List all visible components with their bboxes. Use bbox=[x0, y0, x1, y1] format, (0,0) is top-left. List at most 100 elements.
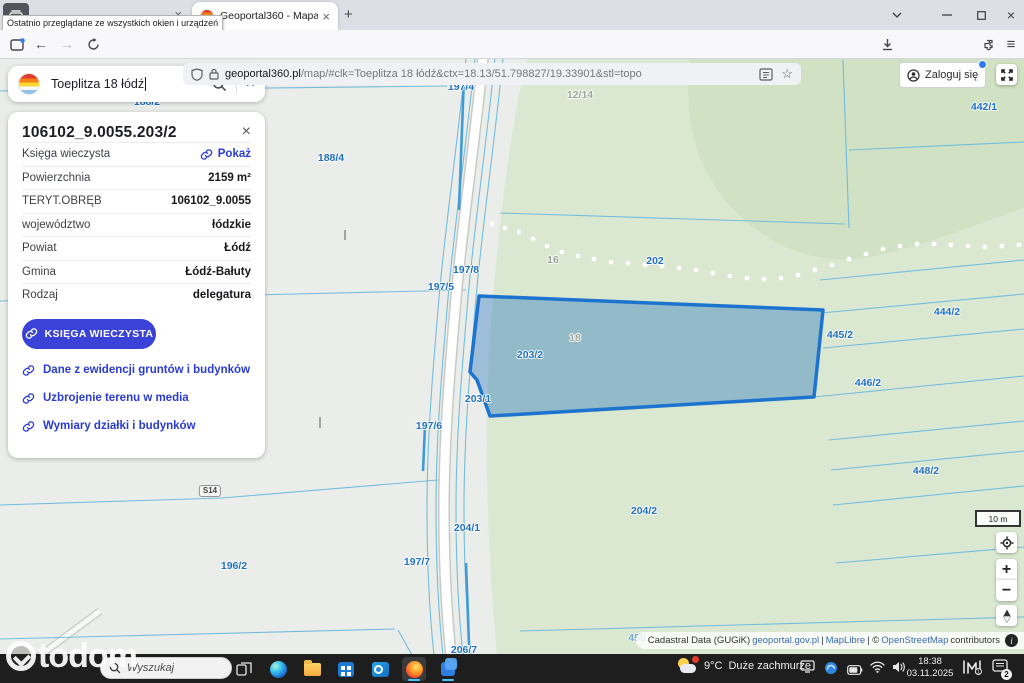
row-label: województwo bbox=[22, 218, 91, 231]
minimize-icon bbox=[942, 14, 952, 16]
weather-temp: 9°C bbox=[704, 660, 723, 672]
search-input[interactable]: Toeplitza 18 łódź bbox=[51, 77, 147, 91]
tab-list-chevron[interactable] bbox=[882, 0, 912, 30]
edge-button[interactable] bbox=[266, 657, 290, 681]
row-value: Łódź bbox=[224, 242, 251, 255]
minimize-button[interactable] bbox=[932, 0, 962, 30]
extension-button[interactable] bbox=[978, 33, 1000, 55]
alert-badge bbox=[692, 656, 699, 663]
firefox-view-icon bbox=[9, 37, 25, 51]
tab-tooltip: Ostatnio przeglądane ze wszystkich okien… bbox=[2, 15, 224, 31]
new-tab-button[interactable]: + bbox=[344, 6, 353, 23]
road-shield-s14: S14 bbox=[198, 485, 222, 497]
restore-button[interactable] bbox=[966, 0, 996, 30]
row-label: TERYT.OBRĘB bbox=[22, 195, 102, 208]
attribution-link[interactable]: MapLibre bbox=[826, 635, 866, 646]
address-bar[interactable]: geoportal360.pl/map/#clk=Toeplitza 18 łó… bbox=[183, 63, 801, 85]
locate-button[interactable] bbox=[996, 532, 1017, 553]
svg-text:1: 1 bbox=[977, 669, 980, 675]
outlook-button[interactable] bbox=[368, 657, 392, 681]
link-wymiary-dzialki[interactable]: Wymiary działki i budynków bbox=[22, 420, 251, 433]
parcel-label: 446/2 bbox=[854, 377, 882, 389]
lock-icon[interactable] bbox=[209, 68, 219, 80]
map-attribution: Cadastral Data (GUGiK) geoportal.gov.pl … bbox=[635, 632, 1024, 649]
app-button[interactable] bbox=[436, 657, 460, 681]
link-icon bbox=[200, 149, 213, 160]
attribution-link[interactable]: OpenStreetMap bbox=[881, 635, 948, 646]
parcel-label: 448/2 bbox=[912, 465, 940, 477]
forward-button[interactable]: → bbox=[56, 33, 78, 55]
parcel-label: 16 bbox=[547, 254, 559, 266]
ksiega-wieczysta-button[interactable]: KSIĘGA WIECZYSTA bbox=[22, 318, 156, 349]
row-value: Łódź-Bałuty bbox=[185, 265, 251, 278]
info-row: TERYT.OBRĘB 106102_9.0055 bbox=[22, 189, 251, 213]
otodom-logo-icon bbox=[6, 641, 36, 671]
compass-button[interactable] bbox=[996, 605, 1017, 626]
link-uzbrojenie-terenu[interactable]: Uzbrojenie terenu w media bbox=[22, 392, 251, 405]
firefox-view-button[interactable] bbox=[6, 33, 28, 55]
info-icon[interactable]: i bbox=[1005, 634, 1018, 647]
link-dane-ewidencji[interactable]: Dane z ewidencji gruntów i budynków bbox=[22, 364, 251, 377]
parcel-label-selected: 203/2 bbox=[516, 349, 544, 361]
downloads-button[interactable] bbox=[876, 33, 898, 55]
otodom-watermark: todom bbox=[6, 637, 138, 675]
parcel-label: 188/4 bbox=[317, 152, 345, 164]
tray-cloud-icon[interactable] bbox=[824, 661, 838, 680]
bookmark-star-icon[interactable]: ☆ bbox=[781, 66, 793, 82]
pen-input-icon[interactable]: 1 bbox=[962, 659, 982, 680]
row-value: 106102_9.0055 bbox=[171, 195, 251, 208]
parcel-label: 204/1 bbox=[453, 522, 481, 534]
info-row: Rodzaj delegatura bbox=[22, 283, 251, 307]
geoportal-logo bbox=[18, 73, 40, 95]
tray-volume-icon[interactable] bbox=[892, 660, 906, 678]
fullscreen-button[interactable] bbox=[996, 64, 1017, 85]
zoom-in-button[interactable]: + bbox=[996, 559, 1017, 580]
zoom-out-button[interactable]: − bbox=[996, 579, 1017, 601]
shield-icon[interactable] bbox=[191, 67, 203, 81]
chevron-down-icon bbox=[892, 12, 902, 18]
locate-icon bbox=[1000, 536, 1013, 549]
reader-mode-icon[interactable] bbox=[759, 67, 773, 81]
close-panel-button[interactable]: × bbox=[242, 124, 251, 140]
firefox-button-active[interactable] bbox=[402, 657, 426, 681]
clock-date: 03.11.2025 bbox=[906, 668, 954, 679]
link-icon bbox=[25, 328, 37, 339]
back-button[interactable]: ← bbox=[30, 33, 52, 55]
store-button[interactable] bbox=[334, 657, 358, 681]
tray-display-icon[interactable] bbox=[800, 660, 815, 678]
pokaz-link[interactable]: Pokaż bbox=[200, 148, 251, 161]
taskbar-clock[interactable]: 18:38 03.11.2025 bbox=[905, 656, 955, 680]
otodom-watermark-text: todom bbox=[38, 637, 138, 675]
extension-icon bbox=[984, 39, 993, 51]
download-icon bbox=[882, 38, 892, 50]
weather-widget[interactable]: 9°C Duże zachmurze... bbox=[676, 656, 812, 676]
tray-battery-icon[interactable] bbox=[847, 662, 863, 680]
blue-app-icon bbox=[441, 658, 457, 676]
close-tab-icon[interactable]: × bbox=[322, 9, 330, 24]
parcel-label: 204/2 bbox=[630, 505, 658, 517]
tray-wifi-icon[interactable] bbox=[870, 660, 885, 678]
login-button[interactable]: Zaloguj się bbox=[899, 60, 988, 88]
parcel-label: 445/2 bbox=[826, 329, 854, 341]
active-app-indicator bbox=[442, 679, 454, 681]
info-row: Księga wieczysta Pokaż bbox=[22, 142, 251, 166]
parcel-label: 197/6 bbox=[415, 420, 443, 432]
parcel-id-title: 106102_9.0055.203/2 bbox=[22, 124, 177, 141]
hamburger-icon: ≡ bbox=[1006, 35, 1016, 53]
fullscreen-icon bbox=[1000, 68, 1013, 81]
row-value: delegatura bbox=[192, 289, 251, 302]
notification-center-button[interactable]: 2 bbox=[992, 659, 1012, 680]
parcel-label: 197/8 bbox=[452, 264, 480, 276]
clock-time: 18:38 bbox=[918, 656, 942, 667]
attribution-link[interactable]: geoportal.gov.pl bbox=[752, 635, 819, 646]
restore-icon bbox=[976, 10, 986, 20]
browser-toolbar: ← → geoportal360.pl/map/#clk=Toeplitza 1… bbox=[0, 30, 1024, 88]
task-view-button[interactable] bbox=[232, 657, 256, 681]
parcel-info-card: 106102_9.0055.203/2 × Księga wieczysta P… bbox=[8, 112, 265, 458]
close-window-button[interactable]: × bbox=[998, 0, 1024, 30]
menu-button[interactable]: ≡ bbox=[1000, 33, 1022, 55]
file-explorer-button[interactable] bbox=[300, 657, 324, 681]
active-app-indicator bbox=[408, 679, 420, 681]
active-tab-title: Geoportal360 - Mapa Interakty bbox=[220, 10, 319, 22]
reload-button[interactable] bbox=[82, 33, 104, 55]
